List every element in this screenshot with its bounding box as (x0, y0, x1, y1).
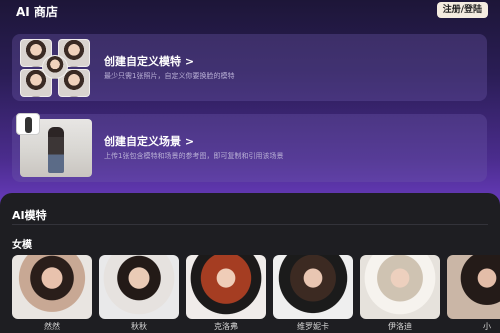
model-card[interactable]: 小 (447, 255, 500, 333)
card-subtitle: 上传1张包含模特和场景的参考图，即可复制和引用该场景 (104, 152, 284, 160)
model-card[interactable]: 克洛弗 (186, 255, 266, 333)
create-custom-model-card[interactable]: 创建自定义模特 > 最少只需1张照片，自定义你要换脸的模特 (12, 34, 487, 101)
face-thumbnail-center (42, 55, 68, 79)
model-photo (12, 255, 92, 319)
model-name: 克洛弗 (214, 322, 238, 331)
register-login-button[interactable]: 注册/登陆 (436, 2, 488, 18)
model-name: 伊洛迪 (388, 322, 412, 331)
model-card[interactable]: 秋秋 (99, 255, 179, 333)
card-title: 创建自定义模特 > (104, 55, 195, 68)
reference-mini-thumbnail (16, 113, 40, 135)
model-photo (447, 255, 500, 319)
model-card[interactable]: 然然 (12, 255, 92, 333)
model-name: 秋秋 (131, 322, 147, 331)
card-subtitle: 最少只需1张照片，自定义你要换脸的模特 (104, 72, 235, 80)
scene-person-figure (48, 127, 64, 173)
model-photo (186, 255, 266, 319)
model-name: 维罗妮卡 (297, 322, 329, 331)
model-name: 小 (483, 322, 491, 331)
create-custom-scene-card[interactable]: 创建自定义场景 > 上传1张包含模特和场景的参考图，即可复制和引用该场景 (12, 113, 487, 182)
section-title: AI模特 (12, 209, 47, 222)
model-photo (360, 255, 440, 319)
model-name: 然然 (44, 322, 60, 331)
card-title: 创建自定义场景 > (104, 135, 195, 148)
scene-thumbnail (16, 113, 92, 177)
model-face-collage (20, 39, 92, 97)
model-list: 然然 秋秋 克洛弗 维罗妮卡 伊洛迪 小 (12, 255, 500, 333)
model-card[interactable]: 伊洛迪 (360, 255, 440, 333)
model-photo (99, 255, 179, 319)
app-title: AI 商店 (16, 5, 58, 19)
model-card[interactable]: 维罗妮卡 (273, 255, 353, 333)
model-photo (273, 255, 353, 319)
top-bar: AI 商店 注册/登陆 (0, 0, 500, 22)
section-divider (12, 224, 488, 225)
subsection-title: 女模 (12, 240, 32, 251)
